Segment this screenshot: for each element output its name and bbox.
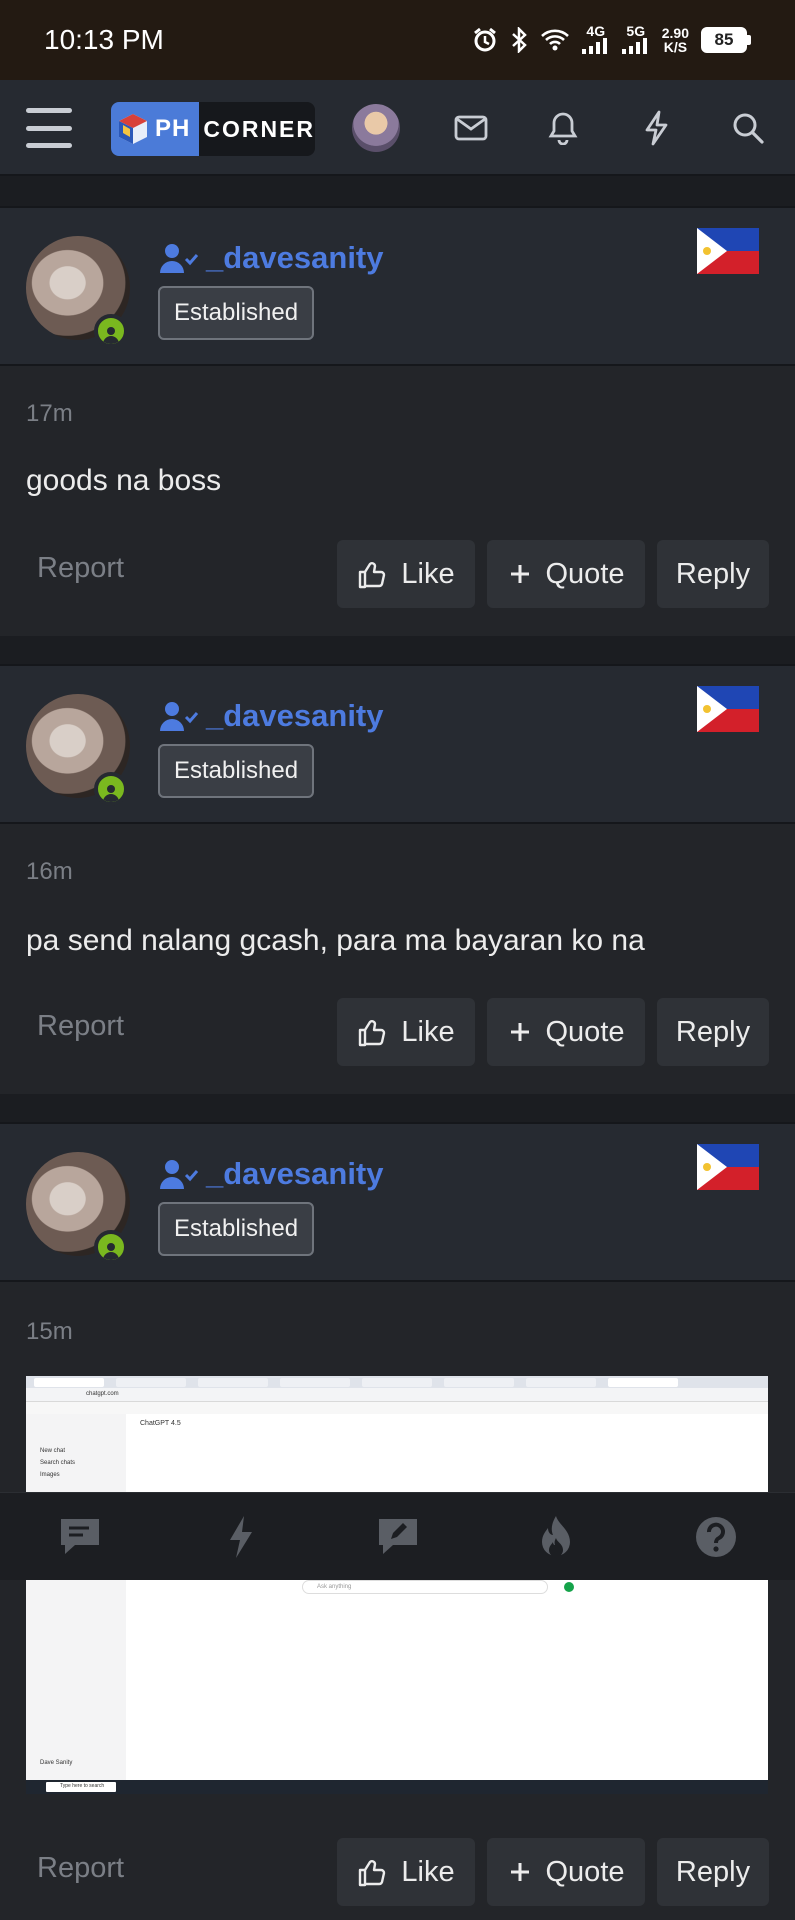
post-time[interactable]: 15m: [26, 1318, 73, 1346]
signal-4g: 4G: [581, 24, 610, 56]
post-message: goods na boss: [26, 464, 222, 497]
online-status-icon: [94, 314, 128, 348]
wifi-icon: [540, 29, 569, 51]
chat-sidebar: New chat Search chats Images Dave Sanity: [26, 1414, 126, 1780]
status-bar: 10:13 PM 4G 5G 2.90 K/S 85: [0, 0, 795, 80]
signal-icon: [621, 38, 647, 54]
user-avatar[interactable]: [352, 104, 400, 152]
bell-icon[interactable]: [543, 108, 583, 148]
user-check-icon: [160, 702, 199, 731]
post-time[interactable]: 17m: [26, 400, 73, 428]
status-time: 10:13 PM: [44, 24, 164, 55]
edit-icon[interactable]: [372, 1511, 424, 1563]
user-title-badge: Established: [158, 1202, 315, 1256]
quote-button[interactable]: Quote: [487, 998, 645, 1066]
post-body: 16m pa send nalang gcash, para ma bayara…: [0, 824, 795, 1094]
plus-icon: [510, 1023, 529, 1041]
battery-level: 85: [701, 27, 747, 53]
philippines-flag-icon: [697, 1144, 759, 1190]
post-message: pa send nalang gcash, para ma bayaran ko…: [26, 924, 645, 957]
signal-5g: 5G: [621, 24, 650, 56]
user-title-badge: Established: [158, 286, 315, 340]
status-icons: 4G 5G 2.90 K/S 85: [472, 24, 751, 56]
post-author-panel: _davesanity Established: [0, 206, 795, 366]
quote-button[interactable]: Quote: [487, 540, 645, 608]
post-author-panel: _davesanity Established: [0, 664, 795, 824]
lightning-icon[interactable]: [636, 108, 676, 148]
grammarly-icon: [564, 1582, 574, 1592]
quote-button[interactable]: Quote: [487, 1838, 645, 1906]
user-check-icon: [160, 244, 199, 273]
quote-label: Quote: [545, 557, 625, 590]
reply-label: Reply: [675, 1855, 751, 1888]
windows-taskbar: Type here to search: [26, 1780, 768, 1794]
online-status-icon: [94, 772, 128, 806]
net-speed: 2.90 K/S: [661, 25, 689, 55]
alarm-icon: [473, 27, 496, 52]
author-name[interactable]: _davesanity: [158, 240, 384, 276]
thumbs-up-icon: [359, 1860, 386, 1887]
browser-url-bar: chatgpt.com: [26, 1388, 768, 1402]
bottom-nav: [0, 1492, 795, 1580]
username-text: _davesanity: [206, 1156, 384, 1191]
reply-button[interactable]: Reply: [657, 1838, 769, 1906]
quote-label: Quote: [545, 1855, 625, 1888]
online-status-icon: [94, 1230, 128, 1264]
thumbs-up-icon: [359, 1020, 386, 1047]
quote-label: Quote: [545, 1015, 625, 1048]
username-text: _davesanity: [206, 698, 384, 733]
mail-icon[interactable]: [451, 108, 491, 148]
report-link[interactable]: Report: [37, 1852, 124, 1885]
chat-icon[interactable]: [54, 1511, 106, 1563]
plus-icon: [510, 565, 529, 583]
logo-cube-icon: [119, 114, 147, 144]
like-label: Like: [401, 1015, 455, 1048]
post-author-panel: _davesanity Established: [0, 1122, 795, 1282]
search-icon[interactable]: [728, 108, 768, 148]
author-name[interactable]: _davesanity: [158, 698, 384, 734]
like-button[interactable]: Like: [337, 540, 475, 608]
user-check-icon: [160, 1160, 199, 1189]
fire-icon[interactable]: [530, 1511, 582, 1563]
post-separator: [0, 1094, 795, 1124]
post-separator: [0, 176, 795, 206]
like-button[interactable]: Like: [337, 998, 475, 1066]
bluetooth-icon: [511, 27, 527, 53]
reply-button[interactable]: Reply: [657, 540, 769, 608]
battery-icon: 85: [701, 27, 751, 53]
help-icon[interactable]: [690, 1511, 742, 1563]
browser-bookmarks: [26, 1402, 768, 1414]
like-button[interactable]: Like: [337, 1838, 475, 1906]
author-name[interactable]: _davesanity: [158, 1156, 384, 1192]
report-link[interactable]: Report: [37, 552, 124, 585]
phcorner-logo[interactable]: PH CORNER: [111, 102, 315, 156]
philippines-flag-icon: [697, 228, 759, 274]
logo-corner-text: CORNER: [203, 115, 315, 142]
post-separator: [0, 636, 795, 666]
username-text: _davesanity: [206, 240, 384, 275]
like-label: Like: [401, 1855, 455, 1888]
app-header: PH CORNER: [0, 80, 795, 176]
report-link[interactable]: Report: [37, 1010, 124, 1043]
thumbs-up-icon: [359, 562, 386, 589]
model-name: ChatGPT 4.5: [140, 1420, 181, 1427]
lightning-icon[interactable]: [214, 1511, 266, 1563]
menu-icon[interactable]: [26, 108, 72, 148]
logo-ph-text: PH: [155, 115, 191, 142]
post-body: 17m goods na boss Report Like Quote Repl…: [0, 366, 795, 636]
chat-input: Ask anything: [302, 1580, 548, 1594]
reply-label: Reply: [675, 557, 751, 590]
browser-tabs: [26, 1376, 768, 1388]
reply-button[interactable]: Reply: [657, 998, 769, 1066]
like-label: Like: [401, 557, 455, 590]
reply-label: Reply: [675, 1015, 751, 1048]
plus-icon: [510, 1863, 529, 1881]
post-time[interactable]: 16m: [26, 858, 73, 886]
user-title-badge: Established: [158, 744, 315, 798]
signal-icon: [581, 38, 607, 54]
attached-screenshot[interactable]: chatgpt.com New chat Search chats Images…: [26, 1376, 768, 1794]
philippines-flag-icon: [697, 686, 759, 732]
